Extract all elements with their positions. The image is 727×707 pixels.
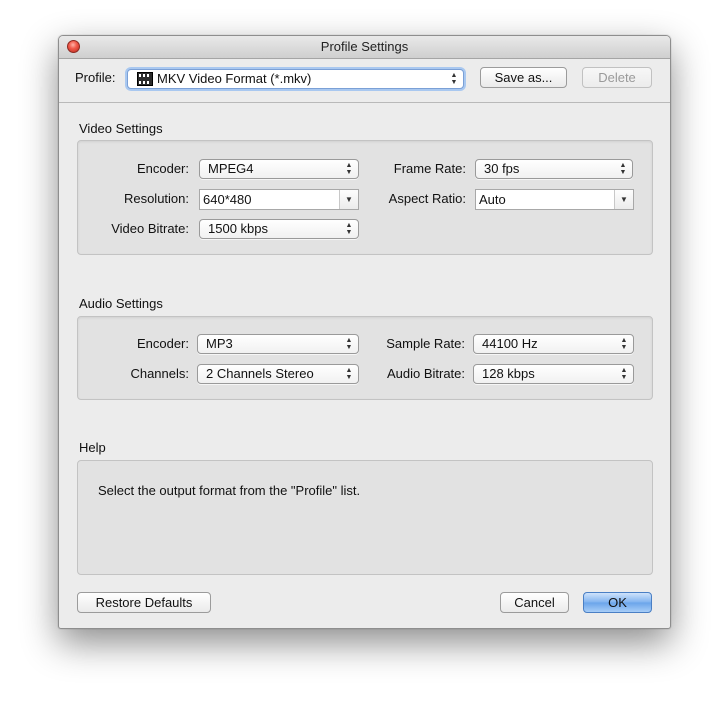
frame-rate-label: Frame Rate:: [393, 161, 466, 176]
audio-encoder-value: MP3: [206, 336, 233, 351]
updown-arrows-icon: ▲ ▼: [619, 162, 627, 176]
save-as-button[interactable]: Save as...: [480, 67, 567, 88]
updown-arrows-icon: ▲ ▼: [450, 72, 458, 86]
help-title: Help: [79, 440, 106, 455]
mkv-format-icon: [137, 72, 153, 86]
video-encoder-label: Encoder:: [136, 161, 189, 176]
close-window-button[interactable]: [67, 40, 80, 53]
profile-selected-value: MKV Video Format (*.mkv): [157, 71, 312, 86]
audio-encoder-select[interactable]: MP3 ▲ ▼: [197, 334, 359, 354]
video-bitrate-label: Video Bitrate:: [111, 221, 189, 236]
channels-value: 2 Channels Stereo: [206, 366, 314, 381]
resolution-combobox[interactable]: 640*480 ▼: [199, 189, 359, 210]
channels-select[interactable]: 2 Channels Stereo ▲ ▼: [197, 364, 359, 384]
title-bar[interactable]: Profile Settings: [59, 36, 670, 59]
updown-arrows-icon: ▲ ▼: [345, 367, 353, 381]
updown-arrows-icon: ▲ ▼: [345, 162, 353, 176]
profile-label: Profile:: [75, 70, 116, 85]
channels-label: Channels:: [130, 366, 189, 381]
video-encoder-value: MPEG4: [208, 161, 254, 176]
audio-settings-title: Audio Settings: [79, 296, 163, 311]
updown-arrows-icon: ▲ ▼: [345, 222, 353, 236]
aspect-ratio-label: Aspect Ratio:: [388, 191, 466, 206]
window-title: Profile Settings: [320, 39, 409, 54]
profile-select[interactable]: MKV Video Format (*.mkv) ▲ ▼: [127, 69, 464, 89]
audio-settings-group: [77, 316, 653, 400]
resolution-label: Resolution:: [123, 191, 189, 206]
updown-arrows-icon: ▲ ▼: [345, 337, 353, 351]
profile-settings-dialog: Profile Settings Profile: MKV Video Form…: [58, 35, 671, 629]
ok-button[interactable]: OK: [583, 592, 652, 613]
cancel-button[interactable]: Cancel: [500, 592, 569, 613]
updown-arrows-icon: ▲ ▼: [620, 337, 628, 351]
audio-encoder-label: Encoder:: [136, 336, 189, 351]
help-text: Select the output format from the "Profi…: [98, 483, 361, 498]
sample-rate-label: Sample Rate:: [386, 336, 465, 351]
delete-button[interactable]: Delete: [582, 67, 652, 88]
updown-arrows-icon: ▲ ▼: [620, 367, 628, 381]
help-box: Select the output format from the "Profi…: [77, 460, 653, 575]
audio-bitrate-select[interactable]: 128 kbps ▲ ▼: [473, 364, 634, 384]
sample-rate-value: 44100 Hz: [482, 336, 538, 351]
audio-bitrate-value: 128 kbps: [482, 366, 535, 381]
restore-defaults-button[interactable]: Restore Defaults: [77, 592, 211, 613]
dropdown-arrow-icon[interactable]: ▼: [614, 190, 633, 209]
video-encoder-select[interactable]: MPEG4 ▲ ▼: [199, 159, 359, 179]
video-bitrate-value: 1500 kbps: [208, 221, 268, 236]
video-settings-title: Video Settings: [79, 121, 163, 136]
resolution-value[interactable]: 640*480: [203, 192, 251, 207]
video-bitrate-select[interactable]: 1500 kbps ▲ ▼: [199, 219, 359, 239]
audio-bitrate-label: Audio Bitrate:: [386, 366, 465, 381]
sample-rate-select[interactable]: 44100 Hz ▲ ▼: [473, 334, 634, 354]
aspect-ratio-value[interactable]: Auto: [479, 192, 506, 207]
aspect-ratio-combobox[interactable]: Auto ▼: [475, 189, 634, 210]
frame-rate-value: 30 fps: [484, 161, 520, 176]
frame-rate-select[interactable]: 30 fps ▲ ▼: [475, 159, 633, 179]
header-separator: [59, 102, 670, 103]
dropdown-arrow-icon[interactable]: ▼: [339, 190, 358, 209]
